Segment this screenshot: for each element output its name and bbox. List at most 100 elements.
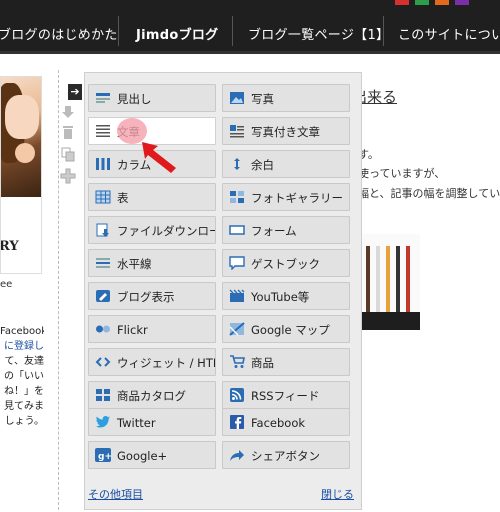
tile-label: Facebook	[251, 416, 306, 430]
nav-item-blog-howto[interactable]: ブログのはじめかた	[0, 24, 118, 43]
video-icon	[229, 289, 245, 302]
flickr-icon	[96, 325, 110, 333]
tile-label: 商品	[251, 356, 274, 370]
add-horizontal-line-button[interactable]: 水平線	[88, 249, 216, 277]
add-blog-display-button[interactable]: ブログ表示	[88, 282, 216, 310]
heading-icon	[96, 93, 110, 103]
tile-label: 水平線	[117, 257, 152, 271]
profile-card: RY	[0, 76, 42, 274]
tile-label: 写真付き文章	[251, 125, 320, 139]
code-icon	[95, 357, 111, 367]
download-icon	[96, 223, 109, 237]
blog-icon	[96, 290, 110, 302]
tile-label: 見出し	[117, 92, 152, 106]
tile-label: Flickr	[117, 323, 148, 337]
red-pointer-arrow-icon	[142, 142, 176, 173]
pencil	[376, 246, 380, 318]
promo-line: 見てみま	[4, 401, 44, 412]
promo-line: て、友達	[4, 356, 45, 367]
pencil	[396, 246, 400, 318]
profile-photo	[1, 77, 41, 197]
guestbook-icon	[229, 256, 245, 270]
add-widget-html-button[interactable]: ウィジェット / HTML	[88, 348, 216, 376]
svg-text:g+: g+	[98, 452, 111, 462]
tile-label: Twitter	[117, 416, 156, 430]
accent-stripe	[415, 0, 429, 5]
table-icon	[95, 190, 111, 204]
share-icon	[230, 450, 244, 461]
text-icon	[96, 125, 110, 137]
add-file-download-button[interactable]: ファイルダウンロード	[88, 216, 216, 244]
googleplus-icon: g+	[95, 448, 111, 462]
add-icon[interactable]	[60, 168, 76, 184]
add-share-button[interactable]: シェアボタン	[222, 441, 350, 469]
rss-icon	[230, 388, 244, 402]
pencil	[366, 246, 370, 318]
profile-title: RY	[0, 239, 19, 254]
add-photo-button[interactable]: 写真	[222, 84, 350, 112]
tile-label: フォーム	[251, 224, 297, 238]
spacer-icon	[234, 158, 240, 170]
add-twitter-button[interactable]: Twitter	[88, 408, 216, 436]
tile-label: Google+	[117, 449, 168, 463]
add-photo-text-button[interactable]: 写真付き文章	[222, 117, 350, 145]
accent-stripe	[435, 0, 449, 5]
copy-icon[interactable]	[60, 146, 76, 162]
nav-divider	[118, 16, 119, 46]
tile-label: シェアボタン	[251, 449, 320, 463]
article-line: 使っていますが、	[358, 167, 446, 180]
add-googleplus-button[interactable]: g+ Google+	[88, 441, 216, 469]
photo-hand	[15, 143, 35, 163]
add-form-button[interactable]: フォーム	[222, 216, 350, 244]
add-facebook-button[interactable]: Facebook	[222, 408, 350, 436]
promo-register-link[interactable]: に登録し	[0, 339, 44, 354]
facebook-icon	[230, 415, 244, 429]
move-down-icon[interactable]	[60, 104, 76, 120]
add-google-map-button[interactable]: Google マップ	[222, 315, 350, 343]
accent-stripe	[395, 0, 409, 5]
add-guestbook-button[interactable]: ゲストブック	[222, 249, 350, 277]
pencil-holder	[362, 312, 420, 330]
sidebar-text: ee	[0, 279, 13, 290]
tile-label: ウィジェット / HTML	[117, 356, 215, 370]
nav-item-about[interactable]: このサイトについて	[398, 24, 500, 43]
accent-stripes	[395, 0, 475, 6]
map-icon	[229, 322, 245, 336]
cart-icon	[230, 355, 245, 368]
catalog-icon	[96, 389, 110, 401]
add-flickr-button[interactable]: Flickr	[88, 315, 216, 343]
trash-icon[interactable]	[60, 124, 76, 140]
tile-label: 商品カタログ	[117, 389, 186, 403]
add-spacer-button[interactable]: 余白	[222, 150, 350, 178]
more-items-link[interactable]: その他項目	[88, 486, 143, 502]
nav-divider	[232, 16, 233, 46]
page: ブログのはじめかた Jimdoブログ ブログ一覧ページ【1】 このサイトについて…	[0, 0, 500, 512]
promo-line: Facebook	[0, 326, 44, 337]
tile-label: フォトギャラリー	[251, 191, 343, 205]
add-table-button[interactable]: 表	[88, 183, 216, 211]
tile-label: 余白	[251, 158, 274, 172]
twitter-icon	[96, 416, 110, 428]
tile-label: RSSフィード	[251, 389, 320, 403]
nav-item-blog-list[interactable]: ブログ一覧ページ【1】	[248, 24, 389, 43]
columns-icon	[96, 158, 110, 170]
nav-item-jimdo-blog[interactable]: Jimdoブログ	[136, 24, 218, 43]
tile-label: ファイルダウンロード	[117, 224, 215, 238]
panel-toggle-arrow-icon[interactable]: ➔	[68, 84, 82, 100]
top-navigation: ブログのはじめかた Jimdoブログ ブログ一覧ページ【1】 このサイトについて	[0, 0, 500, 54]
form-icon	[229, 225, 245, 235]
add-photo-gallery-button[interactable]: フォトギャラリー	[222, 183, 350, 211]
add-product-button[interactable]: 商品	[222, 348, 350, 376]
article-line: 幅と、記事の幅を調整してい	[358, 187, 500, 200]
add-rss-feed-button[interactable]: RSSフィード	[222, 381, 350, 409]
close-panel-link[interactable]: 閉じる	[321, 486, 354, 502]
tile-label: YouTube等	[251, 290, 310, 304]
pencils-image	[362, 234, 420, 330]
add-youtube-button[interactable]: YouTube等	[222, 282, 350, 310]
horizontal-line-icon	[96, 258, 110, 268]
facebook-promo-text: Facebook に登録し て、友達 の「いい ね！」を 見てみま しょう。	[0, 324, 44, 429]
add-heading-button[interactable]: 見出し	[88, 84, 216, 112]
promo-line: しょう。	[4, 416, 44, 427]
tile-label: Google マップ	[251, 323, 330, 337]
add-product-catalog-button[interactable]: 商品カタログ	[88, 381, 216, 409]
